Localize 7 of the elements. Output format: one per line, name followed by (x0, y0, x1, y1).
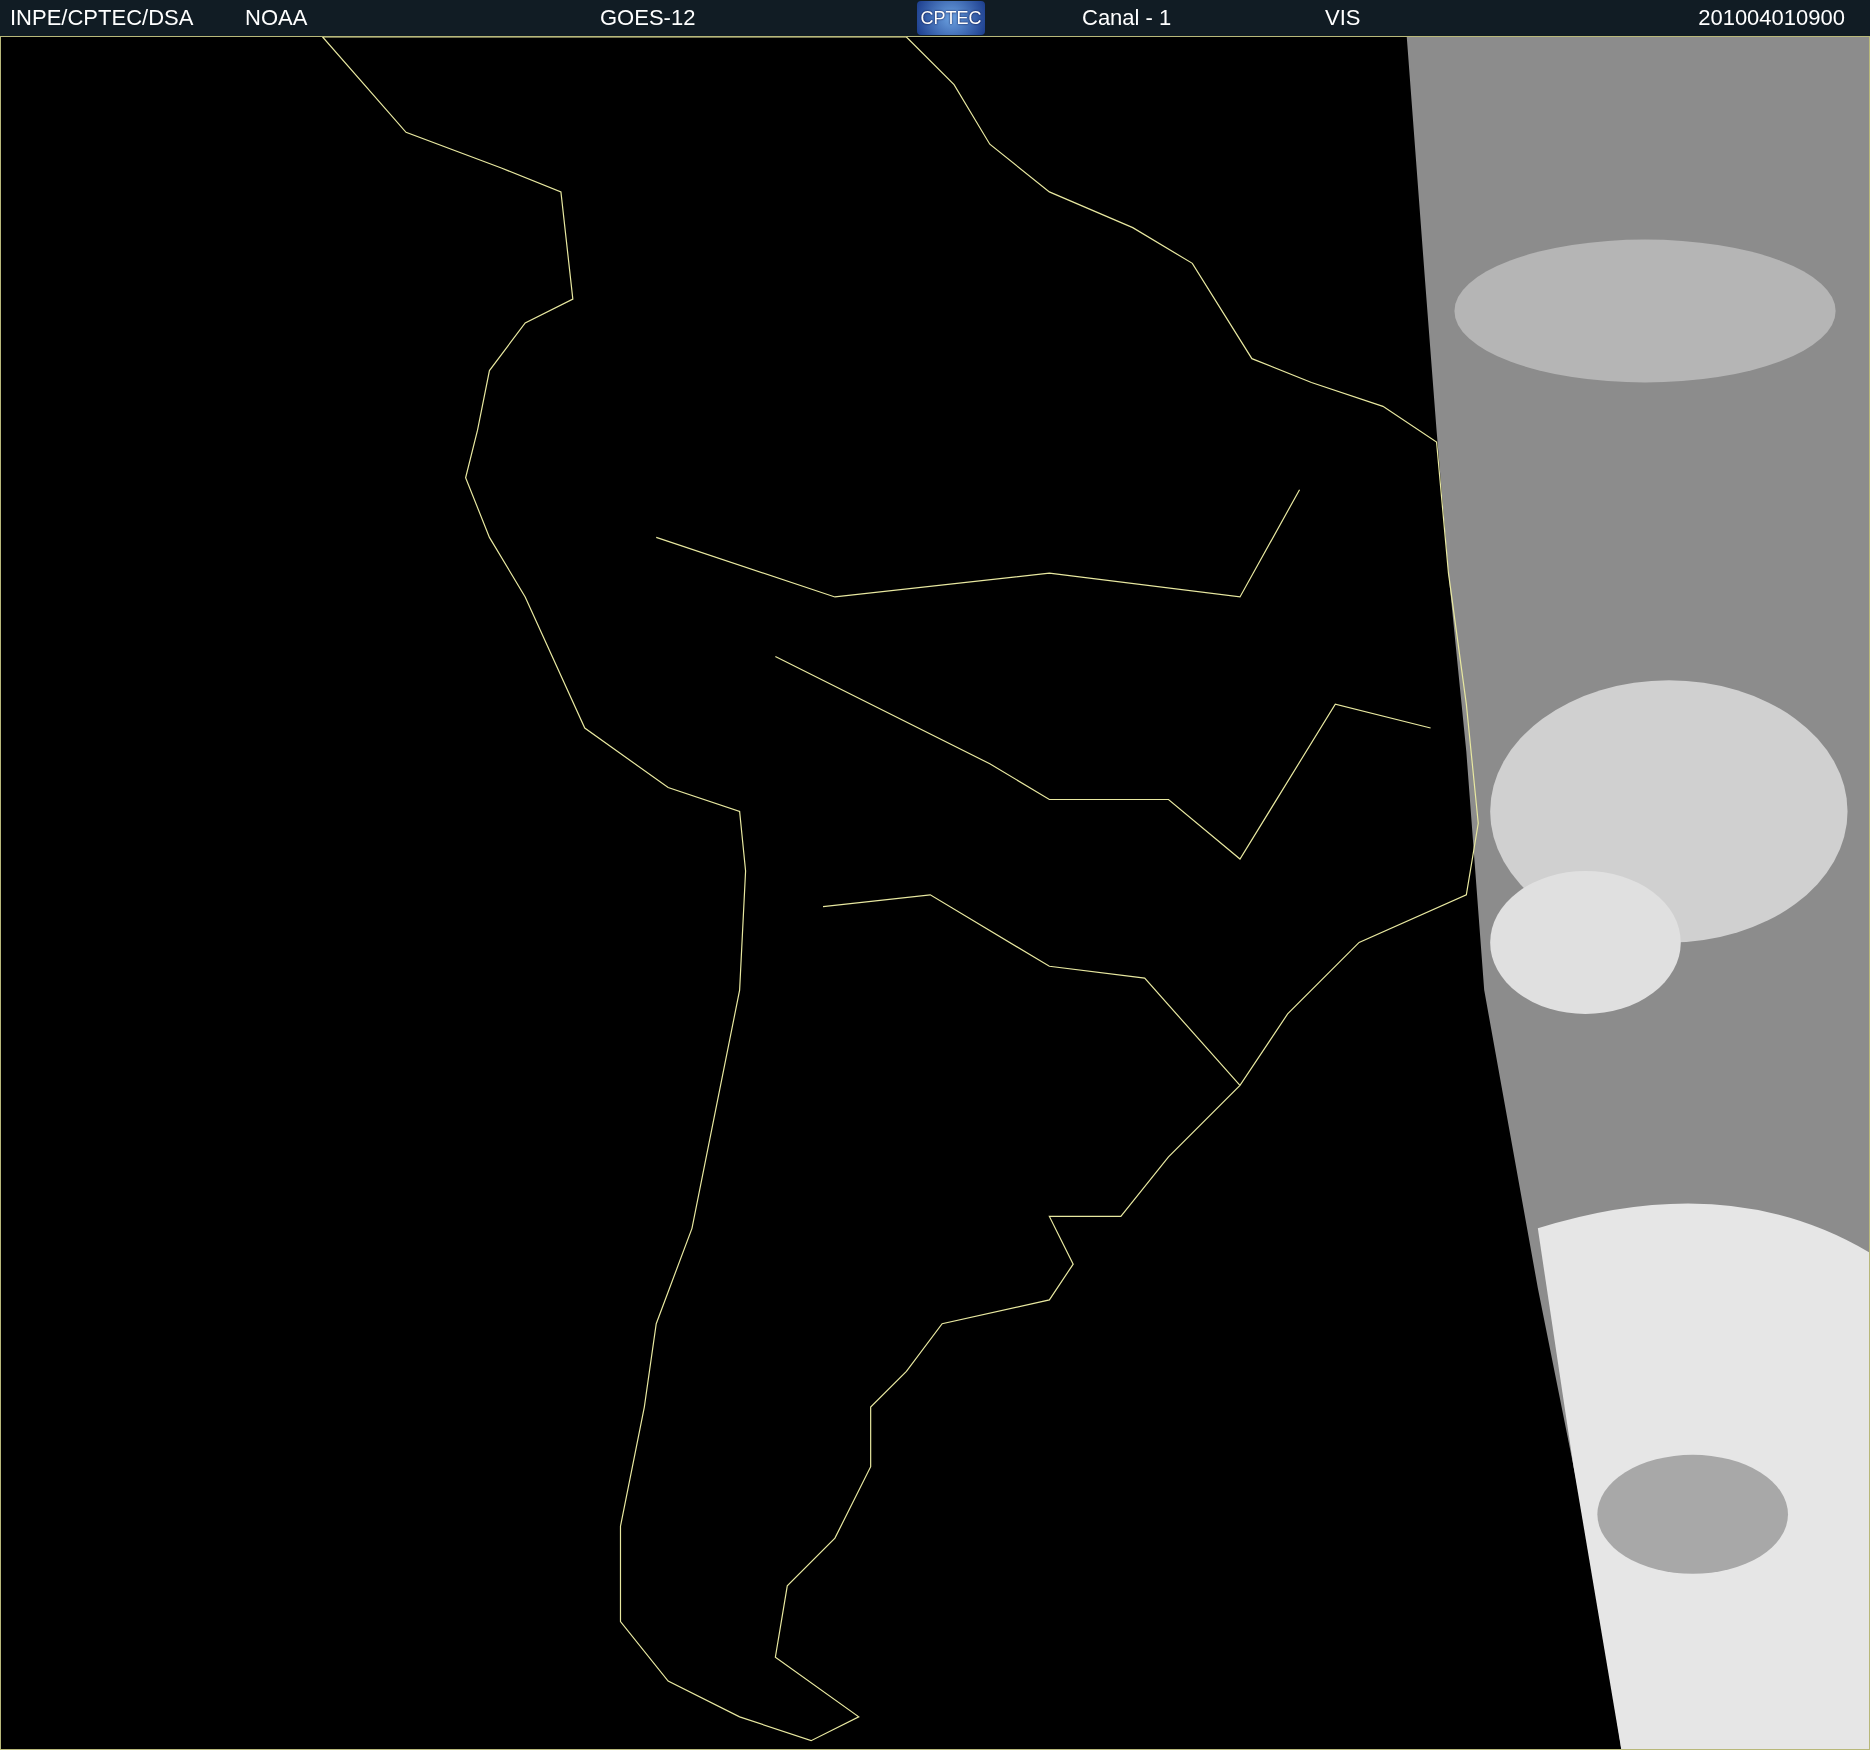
band-label: VIS (1325, 5, 1362, 31)
satellite-label: GOES-12 (600, 5, 697, 31)
source-label: INPE/CPTEC/DSA (10, 5, 195, 31)
agency-label: NOAA (245, 5, 309, 31)
logo: CPTEC (917, 1, 985, 35)
channel-label: Canal - 1 (1082, 5, 1173, 31)
timestamp-label: 201004010900 (1698, 5, 1845, 31)
